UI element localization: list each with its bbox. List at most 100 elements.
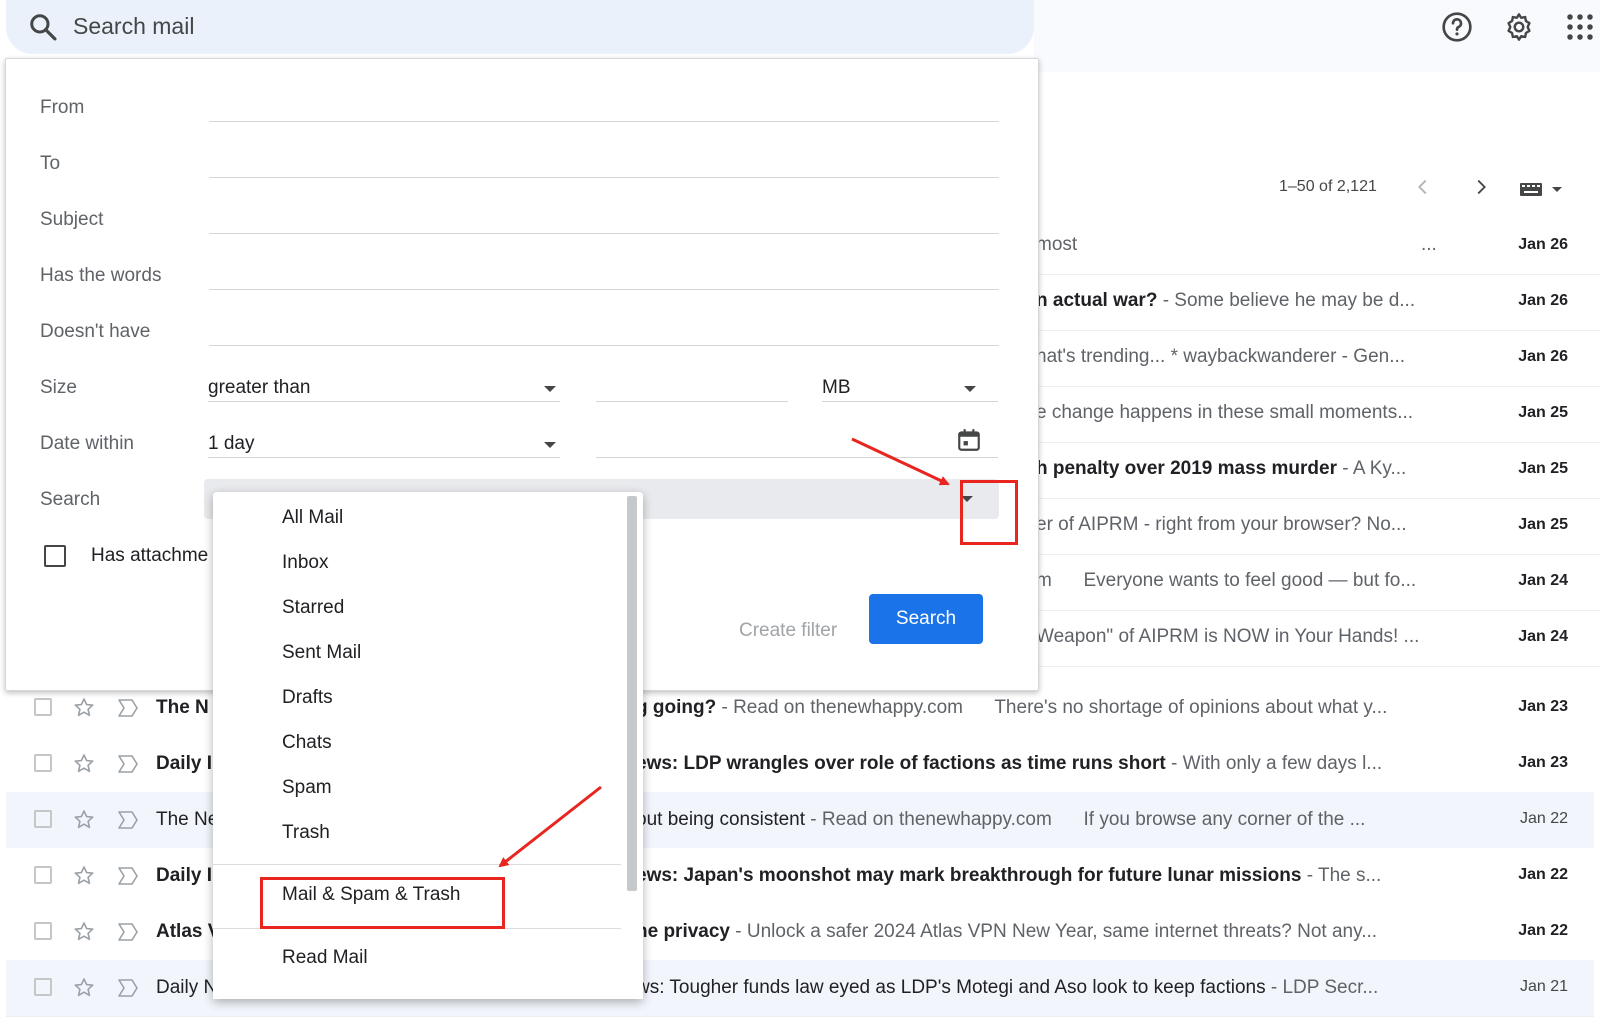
star-icon[interactable]: [72, 976, 96, 1000]
star-icon[interactable]: [72, 920, 96, 944]
important-marker-icon[interactable]: [116, 697, 140, 719]
size-unit-value: MB: [822, 377, 851, 398]
size-label: Size: [40, 377, 77, 398]
row-checkbox[interactable]: [34, 698, 52, 716]
table-row[interactable]: m Everyone wants to feel good — but fo..…: [1036, 554, 1600, 611]
search-input[interactable]: Search mail: [73, 13, 194, 40]
dropdown-item-starred[interactable]: Starred: [282, 597, 344, 619]
mail-date: Jan 23: [1518, 698, 1568, 715]
subject-field[interactable]: [209, 233, 999, 234]
dropdown-item-drafts[interactable]: Drafts: [282, 687, 333, 709]
mail-date: Jan 25: [1518, 516, 1568, 533]
dropdown-item-spam[interactable]: Spam: [282, 777, 332, 799]
mail-date: Jan 22: [1519, 810, 1568, 827]
dropdown-item-all-mail[interactable]: All Mail: [282, 507, 343, 529]
chevron-right-icon[interactable]: [1470, 176, 1492, 198]
to-field[interactable]: [209, 177, 999, 178]
row-checkbox[interactable]: [34, 922, 52, 940]
row-checkbox[interactable]: [34, 810, 52, 828]
mail-snippet: e change happens in these small moments.…: [1036, 402, 1414, 423]
important-marker-icon[interactable]: [116, 921, 140, 943]
important-marker-icon[interactable]: [116, 977, 140, 999]
star-icon[interactable]: [72, 752, 96, 776]
dropdown-item-trash[interactable]: Trash: [282, 822, 330, 844]
star-icon[interactable]: [72, 696, 96, 720]
table-row[interactable]: n actual war? - Some believe he may be d…: [1036, 274, 1600, 331]
important-marker-icon[interactable]: [116, 809, 140, 831]
has-attachment-label: Has attachme: [91, 545, 209, 566]
apps-grid-icon[interactable]: [1565, 11, 1595, 43]
mail-snippet: Weapon" of AIPRM is NOW in Your Hands! .…: [1036, 626, 1420, 647]
star-icon[interactable]: [72, 808, 96, 832]
has-words-label: Has the words: [40, 265, 162, 286]
mail-sender: Daily I: [156, 865, 212, 886]
table-row[interactable]: h penalty over 2019 mass murder - A Ky..…: [1036, 442, 1600, 499]
mail-date: Jan 21: [1519, 978, 1568, 995]
dropdown-separator: [213, 864, 621, 865]
mail-sender: Daily I: [156, 753, 212, 774]
help-icon[interactable]: [1441, 11, 1473, 43]
mail-snippet: ws: Tougher funds law eyed as LDP's Mote…: [636, 977, 1379, 998]
date-range-value: 1 day: [208, 433, 255, 454]
size-value-field[interactable]: [596, 401, 788, 402]
mail-snippet: ews: Japan's moonshot may mark breakthro…: [636, 865, 1382, 886]
pagination-count: 1–50 of 2,121: [1279, 178, 1377, 195]
calendar-icon[interactable]: [956, 427, 982, 453]
mail-snippet: out being consistent - Read on thenewhap…: [636, 809, 1366, 830]
mail-snippet: ne privacy - Unlock a safer 2024 Atlas V…: [636, 921, 1378, 942]
row-checkbox[interactable]: [34, 754, 52, 772]
row-checkbox[interactable]: [34, 866, 52, 884]
table-row[interactable]: Weapon" of AIPRM is NOW in Your Hands! .…: [1036, 610, 1600, 667]
from-label: From: [40, 97, 85, 118]
mail-date: Jan 22: [1518, 922, 1568, 939]
mail-snippet: ews: LDP wrangles over role of factions …: [636, 753, 1383, 774]
row-checkbox[interactable]: [34, 978, 52, 996]
subject-label: Subject: [40, 209, 104, 230]
doesnt-have-label: Doesn't have: [40, 321, 151, 342]
mail-snippet: m Everyone wants to feel good — but fo..…: [1036, 570, 1417, 591]
create-filter-button[interactable]: Create filter: [739, 620, 837, 642]
mail-date: Jan 22: [1518, 866, 1568, 883]
mail-date: Jan 26: [1518, 236, 1568, 253]
table-row[interactable]: most... Jan 26: [1036, 218, 1600, 275]
important-marker-icon[interactable]: [116, 865, 140, 887]
dropdown-scrollbar[interactable]: [627, 496, 637, 891]
doesnt-have-field[interactable]: [209, 345, 999, 346]
search-scope-label: Search: [40, 489, 101, 510]
table-row[interactable]: e change happens in these small moments.…: [1036, 386, 1600, 443]
has-words-field[interactable]: [209, 289, 999, 290]
search-bar[interactable]: Search mail: [6, 0, 1034, 54]
mail-sender: The N: [156, 697, 209, 718]
search-button[interactable]: Search: [869, 594, 983, 644]
keyboard-icon[interactable]: [1518, 180, 1568, 198]
mail-snippet: nat's trending... * waybackwanderer - Ge…: [1036, 346, 1406, 367]
mail-date: Jan 23: [1518, 754, 1568, 771]
settings-icon[interactable]: [1503, 11, 1535, 43]
annotation-box-caret: [960, 480, 1018, 545]
mail-date: Jan 26: [1518, 348, 1568, 365]
dropdown-item-inbox[interactable]: Inbox: [282, 552, 328, 574]
annotation-box-mail-spam-trash: [260, 877, 505, 929]
mail-snippet: h penalty over 2019 mass murder - A Ky..…: [1036, 458, 1407, 479]
mail-date: Jan 26: [1518, 292, 1568, 309]
has-attachment-checkbox[interactable]: [44, 545, 66, 567]
date-field[interactable]: [596, 457, 998, 458]
search-icon[interactable]: [28, 12, 58, 42]
mail-sender: Daily N: [156, 977, 216, 998]
table-row[interactable]: er of AIPRM - right from your browser? N…: [1036, 498, 1600, 555]
dropdown-item-read-mail[interactable]: Read Mail: [282, 947, 368, 969]
mail-sender: Atlas V: [156, 921, 216, 942]
chevron-left-icon[interactable]: [1412, 176, 1434, 198]
important-marker-icon[interactable]: [116, 753, 140, 775]
size-operator-value: greater than: [208, 377, 311, 398]
mail-snippet: er of AIPRM - right from your browser? N…: [1036, 514, 1407, 535]
dropdown-item-sent-mail[interactable]: Sent Mail: [282, 642, 361, 664]
mail-snippet: g going? - Read on thenewhappy.com There…: [636, 697, 1388, 718]
dropdown-item-chats[interactable]: Chats: [282, 732, 332, 754]
table-row[interactable]: nat's trending... * waybackwanderer - Ge…: [1036, 330, 1600, 387]
from-field[interactable]: [209, 121, 999, 122]
mail-date: Jan 24: [1518, 572, 1568, 589]
mail-date: Jan 25: [1518, 460, 1568, 477]
to-label: To: [40, 153, 61, 174]
star-icon[interactable]: [72, 864, 96, 888]
